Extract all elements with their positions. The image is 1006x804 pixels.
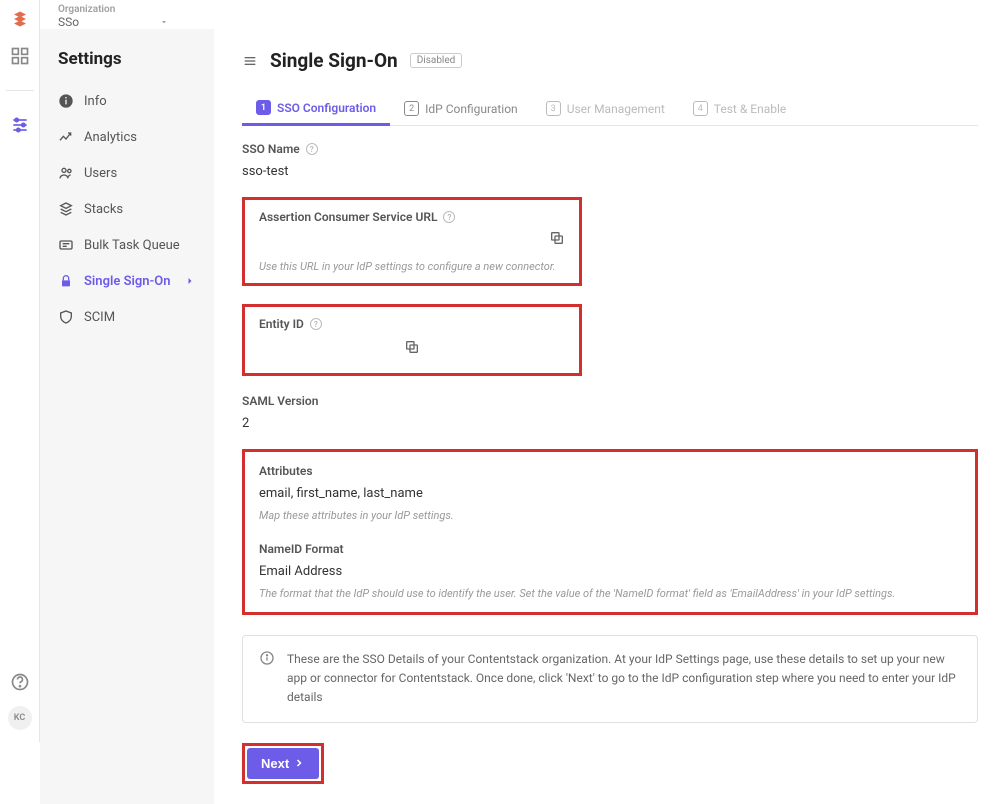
menu-icon[interactable] — [242, 53, 258, 69]
field-value: email, first_name, last_name — [259, 486, 961, 501]
chevron-right-icon — [184, 275, 196, 287]
tab-label: SSO Configuration — [277, 101, 376, 115]
field-label: SSO Name — [242, 142, 300, 156]
tab-number: 3 — [546, 101, 561, 116]
sidebar-item-info[interactable]: Info — [40, 83, 214, 119]
sidebar-item-label: Single Sign-On — [84, 274, 171, 289]
copy-icon[interactable] — [404, 339, 420, 355]
avatar[interactable]: KC — [8, 706, 32, 730]
help-icon[interactable]: ? — [443, 211, 455, 223]
sidebar-item-scim[interactable]: SCIM — [40, 299, 214, 335]
field-sso-name: SSO Name ? sso-test — [242, 142, 978, 179]
help-icon[interactable]: ? — [306, 143, 318, 155]
users-icon — [58, 165, 74, 181]
tab-label: Test & Enable — [714, 102, 786, 116]
field-hint: Map these attributes in your IdP setting… — [259, 509, 961, 522]
tab-user-management[interactable]: 3 User Management — [532, 92, 679, 125]
help-icon[interactable]: ? — [310, 318, 322, 330]
analytics-icon — [58, 129, 74, 145]
info-icon — [259, 650, 275, 666]
field-label: NameID Format — [259, 542, 344, 556]
sidebar-item-label: Users — [84, 166, 117, 181]
tabs: 1 SSO Configuration 2 IdP Configuration … — [242, 92, 978, 126]
sidebar: Settings Info Analytics Users Stacks — [40, 29, 214, 804]
field-attributes: Attributes email, first_name, last_name … — [259, 464, 961, 522]
info-icon — [58, 93, 74, 109]
field-hint: Use this URL in your IdP settings to con… — [259, 260, 565, 273]
field-entity-id: Entity ID ? — [242, 304, 582, 376]
sidebar-item-analytics[interactable]: Analytics — [40, 119, 214, 155]
sidebar-item-sso[interactable]: Single Sign-On — [40, 263, 214, 299]
next-button[interactable]: Next — [247, 748, 319, 779]
sidebar-item-users[interactable]: Users — [40, 155, 214, 191]
field-label: Attributes — [259, 464, 313, 478]
sidebar-item-label: Analytics — [84, 130, 137, 145]
settings-icon[interactable] — [10, 115, 30, 135]
next-button-label: Next — [261, 756, 289, 771]
shield-icon — [58, 309, 74, 325]
org-value: SSo — [58, 15, 79, 29]
field-value: sso-test — [242, 164, 978, 179]
tab-sso-configuration[interactable]: 1 SSO Configuration — [242, 92, 390, 126]
info-text: These are the SSO Details of your Conten… — [287, 650, 961, 708]
lock-icon — [58, 273, 74, 289]
info-box: These are the SSO Details of your Conten… — [242, 635, 978, 723]
left-rail: KC — [0, 0, 40, 742]
chevron-right-icon — [293, 757, 305, 769]
field-label: Entity ID — [259, 317, 304, 331]
chevron-down-icon — [159, 17, 169, 27]
topbar: Organization SSo — [40, 0, 1006, 29]
field-label: Assertion Consumer Service URL — [259, 210, 437, 224]
tab-idp-configuration[interactable]: 2 IdP Configuration — [390, 92, 532, 125]
rail-separator — [6, 90, 34, 91]
tab-label: User Management — [567, 102, 665, 116]
queue-icon — [58, 237, 74, 253]
tab-number: 1 — [256, 100, 271, 115]
sidebar-item-stacks[interactable]: Stacks — [40, 191, 214, 227]
apps-icon[interactable] — [10, 46, 30, 66]
field-saml-version: SAML Version 2 — [242, 394, 978, 431]
field-label: SAML Version — [242, 394, 318, 408]
attributes-box: Attributes email, first_name, last_name … — [242, 449, 978, 615]
logo-icon — [11, 10, 29, 28]
tab-number: 2 — [404, 101, 419, 116]
status-badge: Disabled — [410, 53, 463, 68]
help-icon[interactable] — [10, 672, 30, 692]
org-selector[interactable]: SSo — [58, 15, 988, 29]
field-nameid: NameID Format Email Address The format t… — [259, 542, 961, 600]
field-value: 2 — [242, 416, 978, 431]
field-acs-url: Assertion Consumer Service URL ? Use thi… — [242, 197, 582, 286]
sidebar-title: Settings — [40, 49, 214, 83]
stacks-icon — [58, 201, 74, 217]
page-content: Single Sign-On Disabled 1 SSO Configurat… — [214, 29, 1006, 804]
sidebar-item-label: SCIM — [84, 310, 115, 325]
sidebar-item-label: Info — [84, 94, 107, 109]
sidebar-item-bulk-task-queue[interactable]: Bulk Task Queue — [40, 227, 214, 263]
page-title: Single Sign-On — [270, 49, 398, 72]
tab-number: 4 — [693, 101, 708, 116]
next-button-highlight: Next — [242, 743, 324, 784]
field-value: Email Address — [259, 564, 961, 579]
field-hint: The format that the IdP should use to id… — [259, 587, 961, 600]
sidebar-item-label: Stacks — [84, 202, 123, 217]
copy-icon[interactable] — [549, 230, 565, 246]
tab-test-enable[interactable]: 4 Test & Enable — [679, 92, 800, 125]
sidebar-item-label: Bulk Task Queue — [84, 238, 180, 253]
tab-label: IdP Configuration — [425, 102, 518, 116]
org-label: Organization — [58, 4, 988, 15]
